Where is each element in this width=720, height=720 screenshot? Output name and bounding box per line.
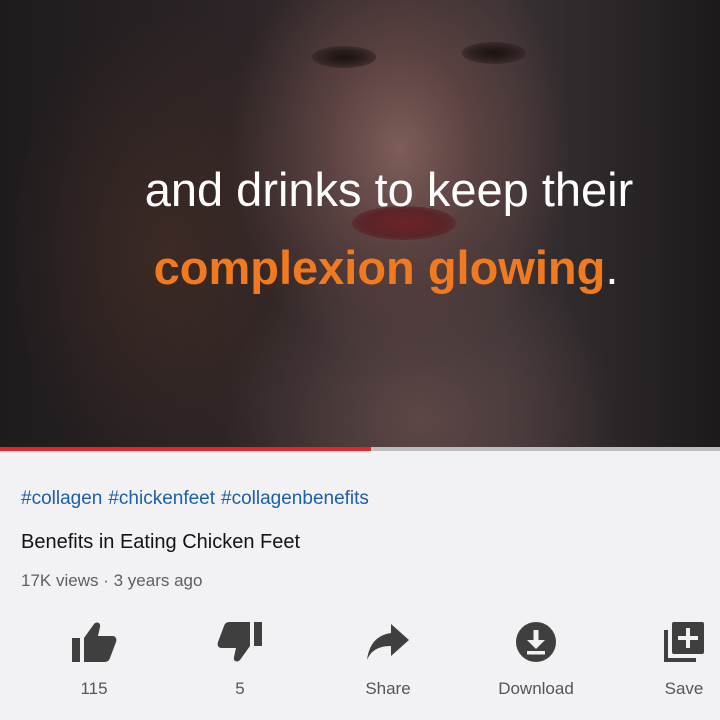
caption-highlight: complexion glowing — [153, 241, 606, 294]
video-caption-line1: and drinks to keep their — [144, 163, 634, 216]
video-info-panel: #collagen #chickenfeet #collagenbenefits B… — [0, 451, 720, 720]
view-count: 17K views — [21, 571, 99, 590]
hashtag-link[interactable]: #chickenfeet — [108, 488, 215, 509]
hashtag-link[interactable]: #collagen — [21, 488, 102, 509]
share-label: Share — [365, 679, 411, 698]
dislike-count: 5 — [235, 679, 245, 698]
action-bar: 115 5 Share Download Save — [0, 619, 720, 709]
caption-period: . — [605, 241, 619, 294]
hashtag-link[interactable]: #collagenbenefits — [221, 488, 369, 509]
video-title[interactable]: Benefits in Eating Chicken Feet — [21, 531, 300, 554]
add-to-playlist-icon — [624, 619, 720, 665]
share-button[interactable]: Share — [328, 619, 448, 699]
like-button[interactable]: 115 — [34, 619, 154, 699]
save-button[interactable]: Save — [624, 619, 720, 699]
download-label: Download — [498, 679, 574, 698]
upload-age: 3 years ago — [113, 571, 203, 590]
video-player[interactable]: and drinks to keep their complexion glow… — [0, 0, 720, 450]
thumbs-down-icon — [180, 619, 300, 665]
meta-separator: · — [103, 571, 109, 590]
video-eye-left — [312, 46, 376, 68]
video-eye-right — [462, 42, 526, 64]
like-count: 115 — [80, 679, 108, 698]
save-label: Save — [664, 679, 704, 698]
download-button[interactable]: Download — [476, 619, 596, 699]
video-caption-line2: complexion glowing. — [0, 244, 720, 291]
hashtag-row: #collagen #chickenfeet #collagenbenefits — [21, 488, 375, 510]
share-arrow-icon — [328, 619, 448, 665]
video-meta: 17K views · 3 years ago — [21, 571, 202, 591]
thumbs-up-icon — [34, 619, 154, 665]
download-icon — [476, 619, 596, 665]
dislike-button[interactable]: 5 — [180, 619, 300, 699]
